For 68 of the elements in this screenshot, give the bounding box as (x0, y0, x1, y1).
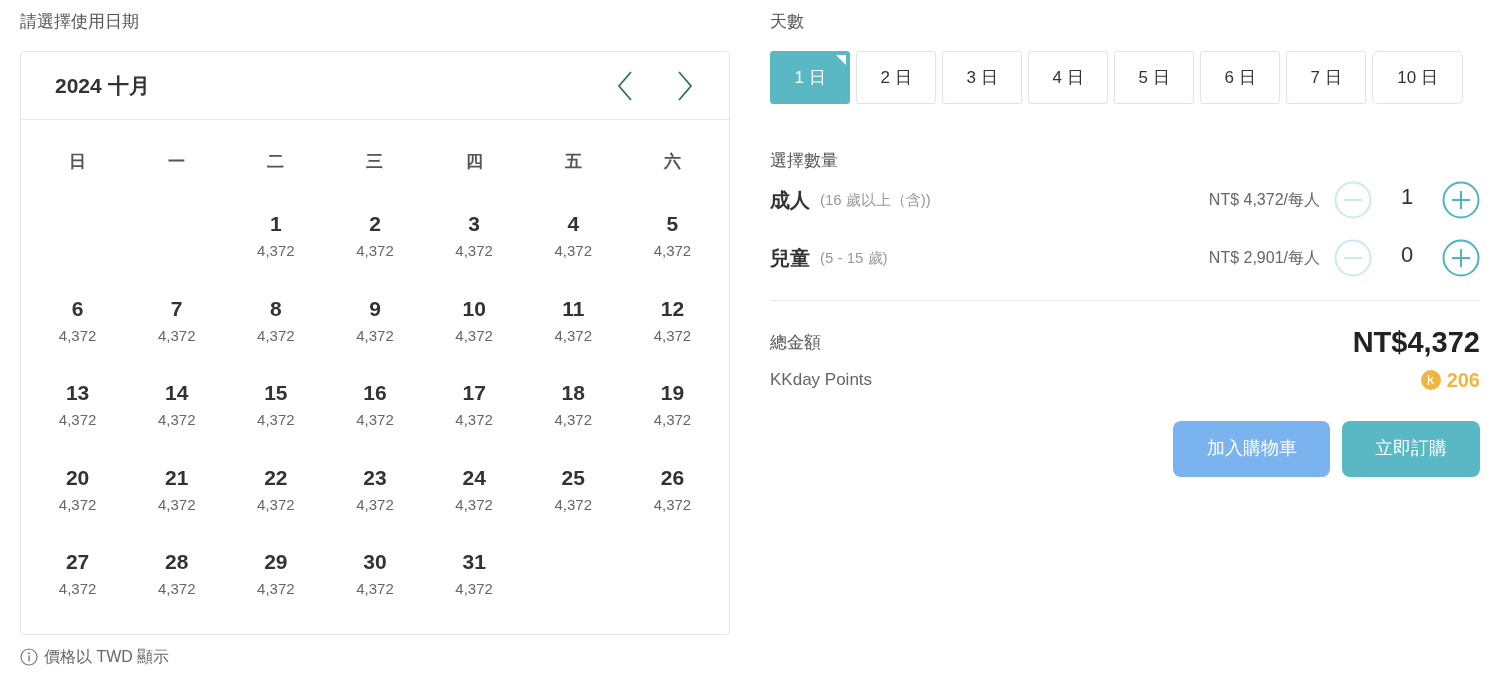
month-title: 2024 十月 (55, 72, 150, 99)
unit-price: NT$ 4,372/每人 (1208, 190, 1320, 210)
date-cell[interactable]: 17 4,372 (424, 379, 524, 439)
date-cell[interactable]: 29 4,372 (226, 548, 326, 608)
date-cell[interactable]: 9 4,372 (325, 294, 425, 355)
day-option-tab[interactable]: 6 日 (1200, 51, 1280, 104)
plus-button[interactable] (1442, 239, 1480, 277)
ticket-type: 成人 (770, 188, 810, 213)
date-cell[interactable]: 27 4,372 (28, 548, 128, 608)
date-cell[interactable]: 16 4,372 (325, 379, 425, 439)
date-cell[interactable]: 21 4,372 (127, 463, 227, 524)
date-cell[interactable]: 22 4,372 (226, 463, 326, 524)
date-cell[interactable]: 31 4,372 (424, 548, 524, 608)
plus-button[interactable] (1442, 181, 1480, 219)
date-cell[interactable]: 8 4,372 (226, 294, 326, 355)
section-label: 請選擇使用日期 (20, 11, 140, 33)
weekday-label: 三 (366, 151, 384, 173)
currency-note: 價格以 TWD 顯示 (44, 647, 170, 667)
day-option-tab[interactable]: 2 日 (856, 51, 936, 104)
date-cell[interactable]: 25 4,372 (523, 463, 623, 524)
info-icon (20, 648, 38, 666)
date-cell[interactable]: 10 4,372 (424, 294, 524, 355)
date-cell[interactable]: 23 4,372 (325, 463, 425, 524)
date-cell[interactable]: 20 4,372 (28, 463, 128, 524)
date-cell[interactable]: 12 4,372 (622, 294, 722, 355)
section-label: 選擇數量 (770, 150, 839, 172)
date-cell[interactable]: 24 4,372 (424, 463, 524, 524)
date-cell[interactable]: 15 4,372 (226, 379, 326, 439)
date-cell[interactable]: 30 4,372 (325, 548, 425, 608)
unit-price: NT$ 2,901/每人 (1208, 248, 1320, 268)
weekday-label: 四 (465, 151, 483, 173)
chevron-right-icon[interactable] (677, 70, 693, 101)
date-cell[interactable]: 11 4,372 (523, 294, 623, 355)
weekday-label: 五 (564, 151, 582, 173)
points-value: 206 (1446, 367, 1480, 393)
quantity-value: 1 (1399, 182, 1415, 211)
day-option-tab[interactable]: 4 日 (1028, 51, 1108, 104)
section-label: 天數 (770, 11, 805, 33)
day-option-tab[interactable]: 7 日 (1286, 51, 1366, 104)
date-cell[interactable]: 19 4,372 (622, 379, 722, 439)
date-cell[interactable]: 7 4,372 (127, 294, 227, 355)
date-cell[interactable]: 4 4,372 (523, 210, 623, 270)
day-option-tab[interactable]: 3 日 (942, 51, 1022, 104)
weekday-label: 一 (168, 151, 186, 173)
date-cell[interactable]: 13 4,372 (28, 379, 128, 439)
total-label: 總金額 (770, 332, 821, 354)
points-label: KKday Points (770, 368, 873, 391)
date-cell[interactable]: 18 4,372 (523, 379, 623, 439)
date-cell[interactable]: 2 4,372 (325, 210, 425, 270)
weekday-label: 二 (267, 151, 285, 173)
date-cell[interactable]: 26 4,372 (622, 463, 722, 524)
weekday-label: 六 (663, 151, 681, 173)
date-cell[interactable]: 6 4,372 (28, 294, 128, 355)
quantity-value: 0 (1399, 240, 1415, 269)
date-cell[interactable]: 1 4,372 (226, 210, 326, 270)
total-amount: NT$4,372 (1352, 325, 1480, 360)
date-cell[interactable]: 28 4,372 (127, 548, 227, 608)
day-option-tab[interactable]: 10 日 (1372, 51, 1463, 104)
age-range: (16 歲以上（含)) (820, 189, 931, 210)
ticket-type: 兒童 (770, 246, 810, 271)
coin-icon (1420, 369, 1441, 390)
weekday-label: 日 (69, 151, 87, 173)
date-cell[interactable]: 5 4,372 (622, 210, 722, 270)
chevron-left-icon[interactable] (617, 70, 633, 101)
date-cell[interactable]: 3 4,372 (424, 210, 524, 270)
day-option-tab[interactable]: 5 日 (1114, 51, 1194, 104)
age-range: (5 - 15 歲) (820, 247, 888, 268)
date-cell[interactable]: 14 4,372 (127, 379, 227, 439)
